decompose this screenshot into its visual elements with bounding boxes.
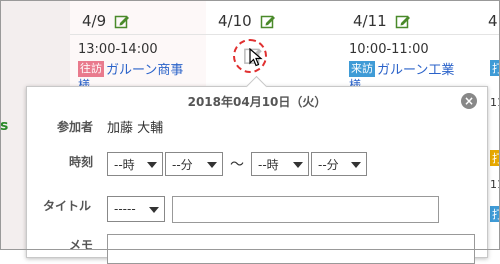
- screenshot-border: [0, 0, 500, 250]
